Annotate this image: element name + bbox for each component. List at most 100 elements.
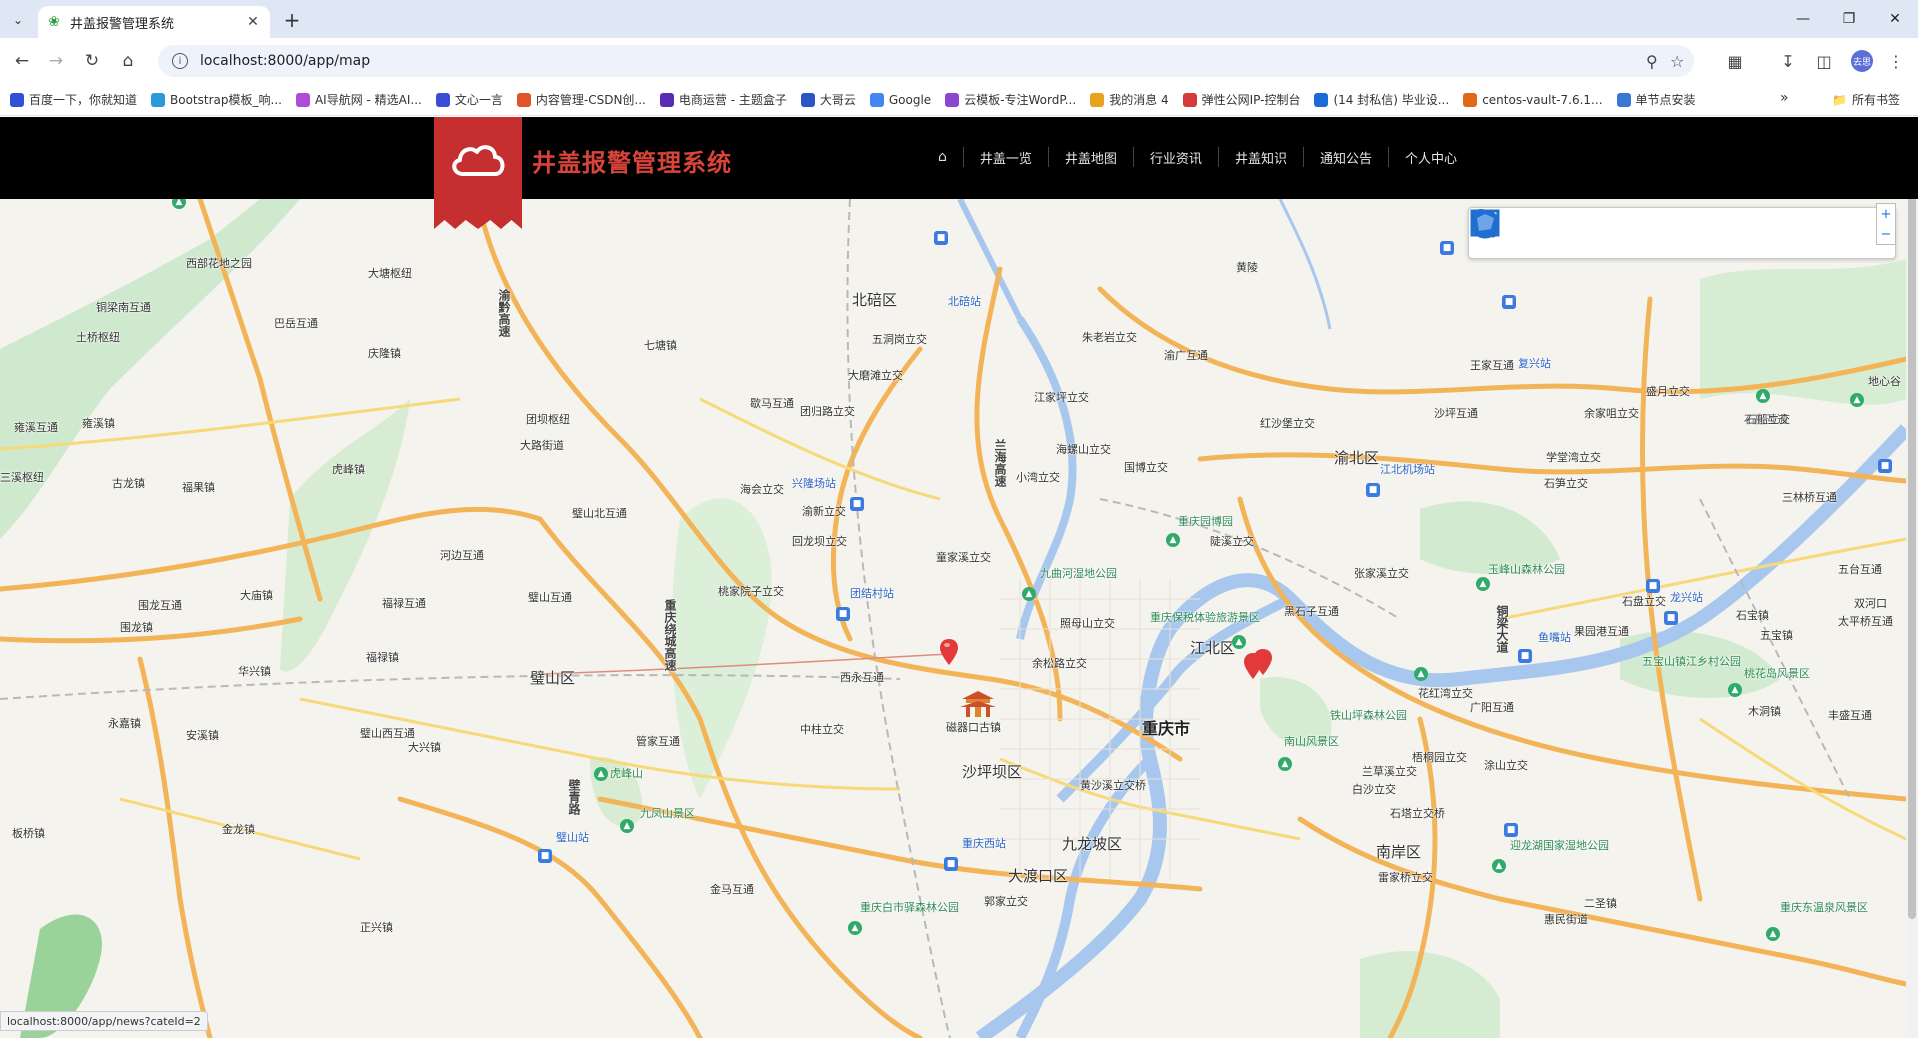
station-poi-icon[interactable]: ■ — [1878, 459, 1892, 473]
zoom-icon[interactable]: ⚲ — [1646, 45, 1658, 77]
map-place-label: 渝新立交 — [802, 505, 846, 518]
reload-icon[interactable]: ↻ — [78, 47, 106, 75]
page-scrollbar[interactable] — [1906, 117, 1918, 1038]
bookmark-star-icon[interactable]: ☆ — [1670, 45, 1684, 77]
polyline-tool[interactable] — [1471, 208, 1753, 258]
map-place-label: 兰海高速 — [993, 439, 1007, 487]
map-place-label: 磁器口古镇 — [946, 721, 1001, 734]
scrollbar-thumb[interactable] — [1908, 119, 1916, 919]
map-place-label: 雍溪镇 — [82, 417, 115, 430]
station-poi-icon[interactable]: ■ — [1504, 823, 1518, 837]
minimize-icon[interactable]: — — [1780, 0, 1826, 38]
window-close-icon[interactable]: ✕ — [1872, 0, 1918, 38]
map-place-label: 石塔立交桥 — [1390, 807, 1445, 820]
download-icon[interactable]: ↧ — [1776, 49, 1800, 73]
circle-tool[interactable] — [1470, 208, 1682, 258]
station-poi-icon[interactable]: ■ — [836, 607, 850, 621]
nav-item[interactable]: 行业资讯 — [1132, 147, 1218, 167]
alarm-marker-icon[interactable] — [940, 639, 958, 665]
polygon-tool[interactable] — [1471, 208, 1824, 258]
nav-item[interactable]: 个人中心 — [1387, 147, 1473, 167]
park-poi-icon[interactable]: ▲ — [1166, 533, 1180, 547]
station-poi-icon[interactable]: ■ — [1646, 579, 1660, 593]
bookmark-item[interactable]: 大哥云 — [800, 91, 856, 108]
browser-toolbar: ← → ↻ ⌂ i localhost:8000/app/map ⚲ ☆ ▦ ↧… — [0, 38, 1918, 84]
bookmark-item[interactable]: 百度一下，你就知道 — [10, 91, 137, 108]
all-bookmarks-folder[interactable]: 📁 所有书签 — [1832, 91, 1900, 108]
bookmark-label: 我的消息 4 — [1109, 93, 1169, 107]
site-info-icon[interactable]: i — [172, 53, 188, 69]
map-canvas[interactable]: 北碚区 北碚站 五洞岗立交 大磨滩立交 歇马互通 团归路立交 朱老岩立交 渝广互通 江家坪立交海… — [0, 199, 1906, 1038]
profile-avatar[interactable]: 去思 — [1851, 50, 1873, 72]
map-place-label: 小湾立交 — [1016, 471, 1060, 484]
bookmark-item[interactable]: 云模板-专注WordP... — [945, 91, 1076, 108]
map-place-label: 团归路立交 — [800, 405, 855, 418]
park-poi-icon[interactable]: ▲ — [620, 819, 634, 833]
address-bar[interactable]: i localhost:8000/app/map ⚲ ☆ — [158, 45, 1694, 77]
nav-item[interactable]: 井盖一览 — [962, 147, 1048, 167]
station-poi-icon[interactable]: ■ — [1440, 241, 1454, 255]
new-tab-icon[interactable]: + — [280, 8, 304, 32]
cloud-logo-icon — [434, 135, 522, 185]
ancient-town-pagoda-icon[interactable] — [958, 689, 998, 719]
tab-search-chevron-icon[interactable]: ⌄ — [6, 8, 30, 32]
home-icon[interactable]: ⌂ — [114, 47, 142, 75]
bookmark-item[interactable]: 单节点安装 — [1616, 91, 1696, 108]
station-poi-icon[interactable]: ■ — [944, 857, 958, 871]
station-poi-icon[interactable]: ■ — [538, 849, 552, 863]
bookmark-favicon-icon — [151, 92, 166, 107]
station-poi-icon[interactable]: ■ — [1518, 649, 1532, 663]
zoom-in-button[interactable]: + — [1877, 204, 1895, 224]
station-poi-icon[interactable]: ■ — [1502, 295, 1516, 309]
nav-item[interactable]: 井盖知识 — [1217, 147, 1303, 167]
browser-tab[interactable]: ❀ 井盖报警管理系统 ✕ — [38, 6, 270, 38]
bookmark-item[interactable]: centos-vault-7.6.1... — [1463, 92, 1603, 107]
park-poi-icon[interactable]: ▲ — [1850, 393, 1864, 407]
park-poi-icon[interactable]: ▲ — [1414, 667, 1428, 681]
bookmark-item[interactable]: AI导航网 - 精选AI... — [295, 91, 422, 108]
zoom-out-button[interactable]: − — [1877, 224, 1895, 244]
nav-item[interactable]: 井盖地图 — [1047, 147, 1133, 167]
bookmark-item[interactable]: Bootstrap模板_响... — [151, 91, 282, 108]
logo-ribbon[interactable] — [434, 117, 522, 229]
extensions-icon[interactable]: ▦ — [1723, 49, 1747, 73]
bookmark-item[interactable]: 文心一言 — [435, 91, 503, 108]
map-place-label: 福禄互通 — [382, 597, 426, 610]
bookmark-item[interactable]: 弹性公网IP-控制台 — [1182, 91, 1300, 108]
park-poi-icon[interactable]: ▲ — [1232, 635, 1246, 649]
forward-icon[interactable]: → — [42, 47, 70, 75]
map-place-label: 三溪枢纽 — [0, 471, 44, 484]
station-poi-icon[interactable]: ■ — [850, 497, 864, 511]
park-poi-icon[interactable]: ▲ — [594, 767, 608, 781]
alarm-marker-icon[interactable] — [1254, 649, 1272, 675]
nav-item[interactable]: 通知公告 — [1302, 147, 1388, 167]
nav-home[interactable]: ⌂ — [930, 147, 963, 167]
park-poi-icon[interactable]: ▲ — [1766, 927, 1780, 941]
park-poi-icon[interactable]: ▲ — [1022, 587, 1036, 601]
station-poi-icon[interactable]: ■ — [934, 231, 948, 245]
map-place-label: 童家溪立交 — [936, 551, 991, 564]
map-place-label: 铜梁大道 — [1495, 605, 1509, 653]
station-poi-icon[interactable]: ■ — [1664, 611, 1678, 625]
park-poi-icon[interactable]: ▲ — [1492, 859, 1506, 873]
bookmark-item[interactable]: 内容管理-CSDN创... — [516, 91, 646, 108]
park-poi-icon[interactable]: ▲ — [1278, 757, 1292, 771]
marker-tool[interactable] — [1471, 208, 1611, 258]
park-poi-icon[interactable]: ▲ — [1728, 683, 1742, 697]
bookmark-item[interactable]: 电商运营 - 主题盒子 — [659, 91, 787, 108]
menu-kebab-icon[interactable]: ⋮ — [1884, 49, 1908, 73]
more-bookmarks-icon[interactable]: » — [1780, 90, 1789, 106]
park-poi-icon[interactable]: ▲ — [848, 921, 862, 935]
restore-icon[interactable]: ❐ — [1826, 0, 1872, 38]
park-poi-icon[interactable]: ▲ — [1756, 389, 1770, 403]
bookmark-item[interactable]: 我的消息 4 — [1090, 91, 1169, 108]
bookmark-item[interactable]: (14 封私信) 毕业设... — [1314, 91, 1449, 108]
park-poi-icon[interactable]: ▲ — [1476, 577, 1490, 591]
station-poi-icon[interactable]: ■ — [1366, 483, 1380, 497]
close-tab-icon[interactable]: ✕ — [244, 13, 262, 31]
bookmark-item[interactable]: Google — [869, 92, 931, 107]
back-icon[interactable]: ← — [8, 47, 36, 75]
map-place-label: 北碚区 — [852, 291, 898, 309]
map-place-label: 地心谷 — [1868, 375, 1901, 388]
side-panel-icon[interactable]: ◫ — [1812, 49, 1836, 73]
